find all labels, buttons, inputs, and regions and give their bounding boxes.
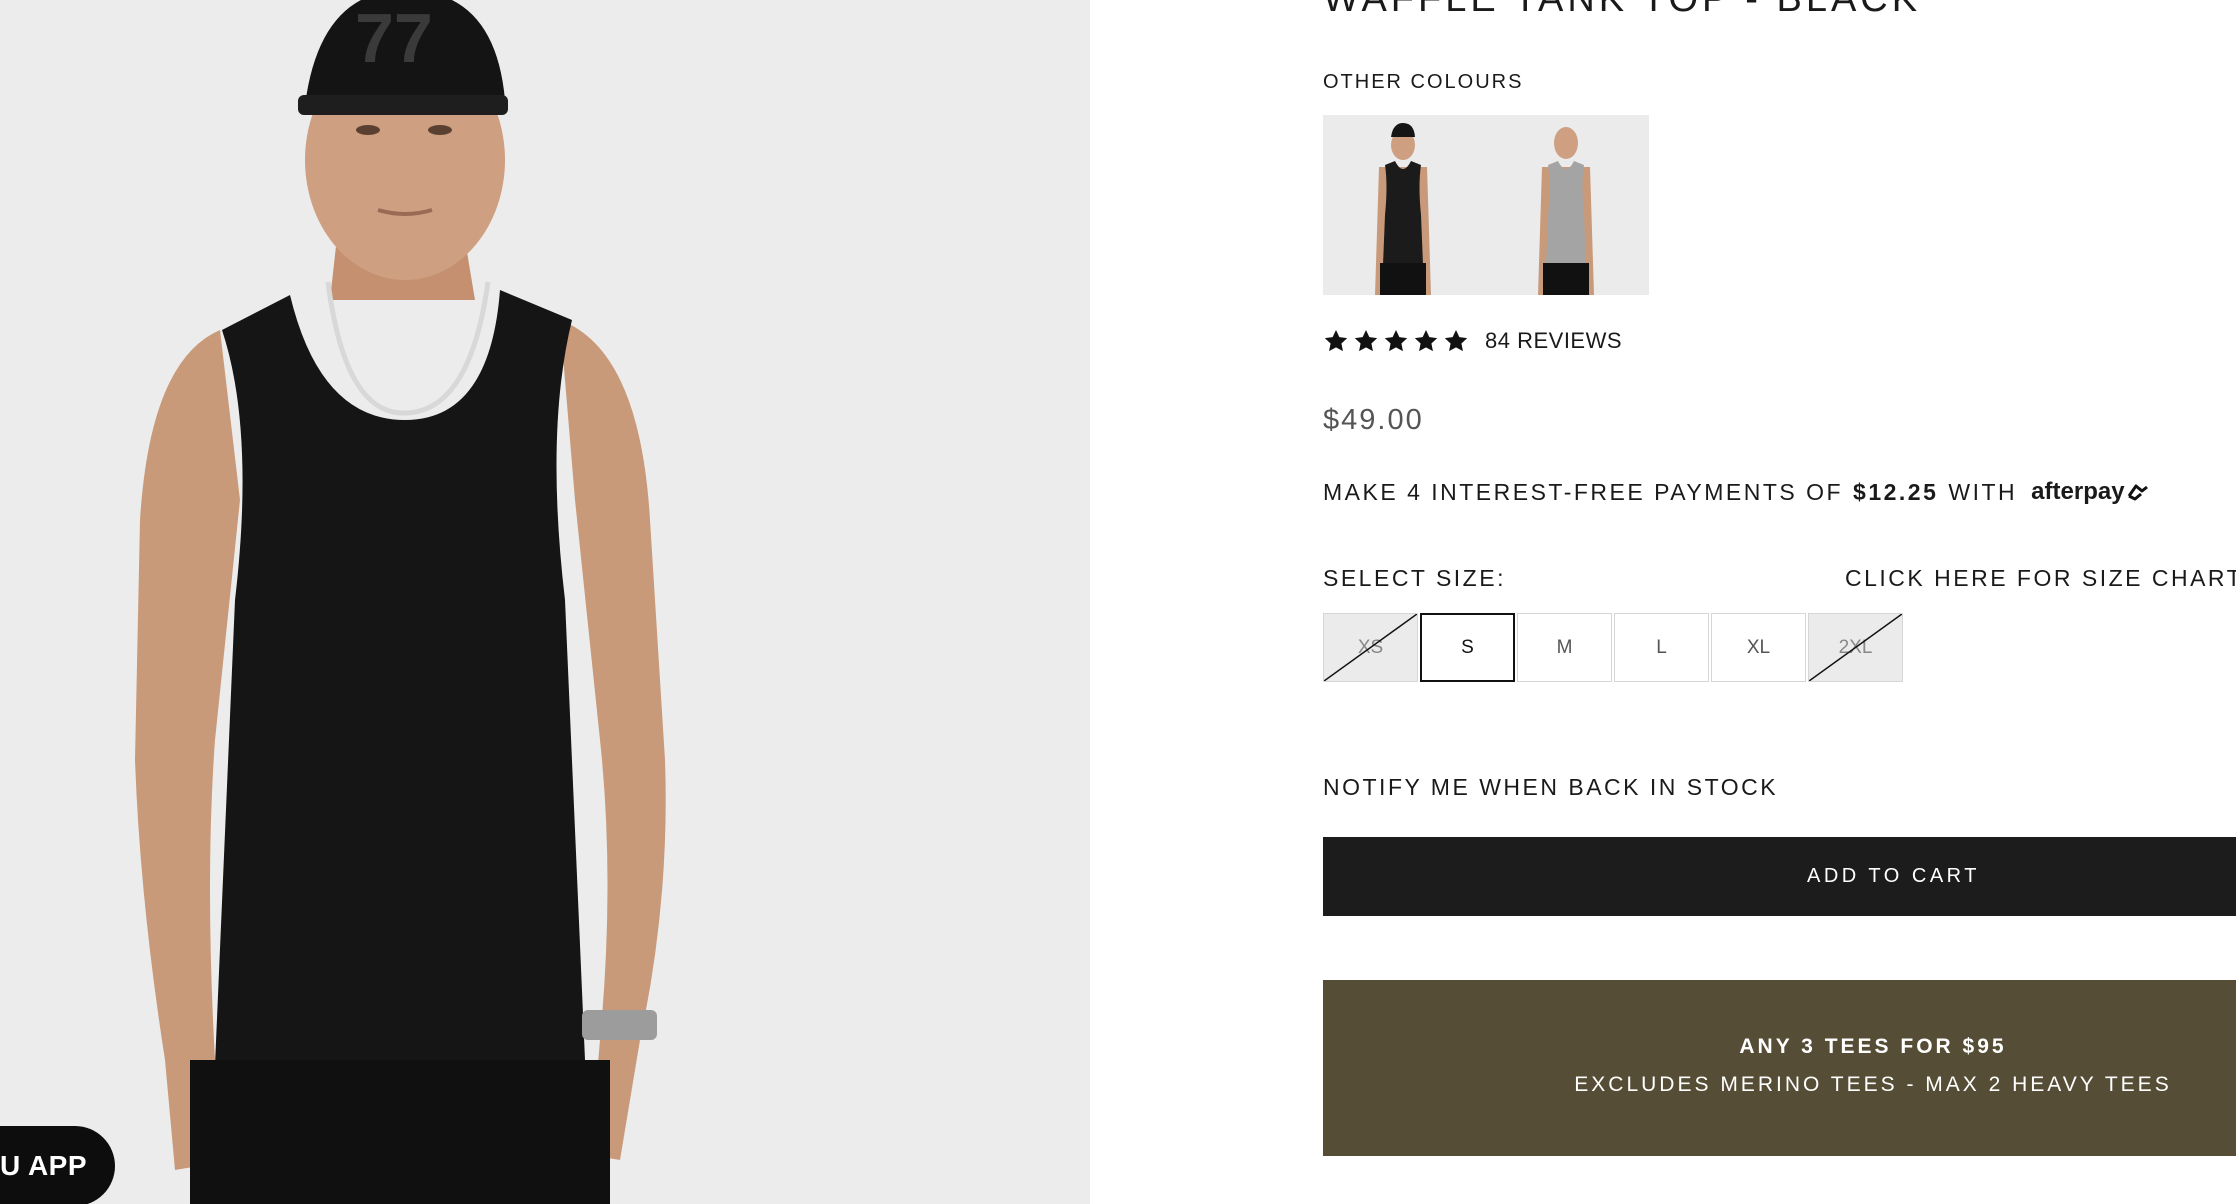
star-icon [1444,329,1468,352]
size-option-m[interactable]: M [1517,613,1612,682]
product-rating[interactable]: 84 REVIEWS [1323,328,1622,354]
promo-banner: ANY 3 TEES FOR $95 EXCLUDES MERINO TEES … [1323,980,2236,1156]
app-badge-label: U APP [0,1150,88,1181]
size-option-s[interactable]: S [1420,613,1515,682]
add-to-cart-button[interactable]: ADD TO CART [1323,837,2236,916]
size-option-label: S [1461,636,1474,658]
afterpay-message: MAKE 4 INTEREST-FREE PAYMENTS OF $12.25 … [1323,478,2151,506]
promo-content: ANY 3 TEES FOR $95 EXCLUDES MERINO TEES … [1323,1035,2236,1097]
reviews-link[interactable]: 84 REVIEWS [1485,328,1622,354]
cap-logo: 77 [355,0,433,77]
model-illustration: 77 [135,0,666,1204]
afterpay-suffix: WITH [1948,478,2018,505]
swatch-black[interactable] [1323,115,1486,295]
promo-title: ANY 3 TEES FOR $95 [1739,1035,2007,1058]
unavailable-strike [1324,614,1417,681]
afterpay-loop-icon [2127,484,2148,501]
swatch-black-shirt [1383,161,1423,265]
size-options: XS S M L XL 2XL [1323,613,1903,682]
star-icon [1324,329,1348,352]
unavailable-strike [1809,614,1902,681]
size-option-xl[interactable]: XL [1711,613,1806,682]
afterpay-logo[interactable]: afterpay [2031,478,2150,506]
size-chart-link-label: CLICK HERE FOR SIZE CHART [1845,565,2236,591]
star-icon [1414,329,1438,352]
star-icon [1354,329,1378,352]
product-image[interactable]: 77 U APP [0,0,1090,1204]
add-to-cart-label: ADD TO CART [1807,865,1980,887]
app-download-badge[interactable]: U APP [0,1126,115,1204]
promo-subtitle: EXCLUDES MERINO TEES - MAX 2 HEAVY TEES [1574,1073,2172,1096]
afterpay-prefix: MAKE 4 INTEREST-FREE PAYMENTS OF [1323,478,1844,505]
star-icon [1384,329,1408,352]
product-price: $49.00 [1323,404,1424,436]
swatch-black-thumbnail [1375,123,1431,295]
swatch-grey-thumbnail [1538,127,1594,295]
size-option-label: M [1556,636,1573,658]
swatch-grey-shirt [1546,161,1586,265]
product-info-panel: WAFFLE TANK TOP - BLACK OTHER COLOURS [1090,0,2236,1204]
size-chart-link[interactable]: CLICK HERE FOR SIZE CHART A [1845,565,2236,592]
size-option-xs[interactable]: XS [1323,613,1418,682]
afterpay-amount: $12.25 [1853,478,1939,505]
other-colours-label: OTHER COLOURS [1323,71,1524,93]
size-option-2xl[interactable]: 2XL [1808,613,1903,682]
afterpay-brand: afterpay [2031,478,2125,505]
size-option-label: L [1656,636,1667,658]
size-option-l[interactable]: L [1614,613,1709,682]
colour-swatches [1323,115,1649,295]
size-option-label: XL [1746,636,1771,658]
select-size-label: SELECT SIZE: [1323,565,1506,591]
product-title: WAFFLE TANK TOP - BLACK [1323,0,1921,21]
swatch-grey[interactable] [1486,115,1649,295]
product-page: 77 U APP WAFFLE TANK TOP - BLACK OTHER C… [0,0,2236,1204]
notify-back-in-stock-link[interactable]: NOTIFY ME WHEN BACK IN STOCK [1323,774,1778,801]
